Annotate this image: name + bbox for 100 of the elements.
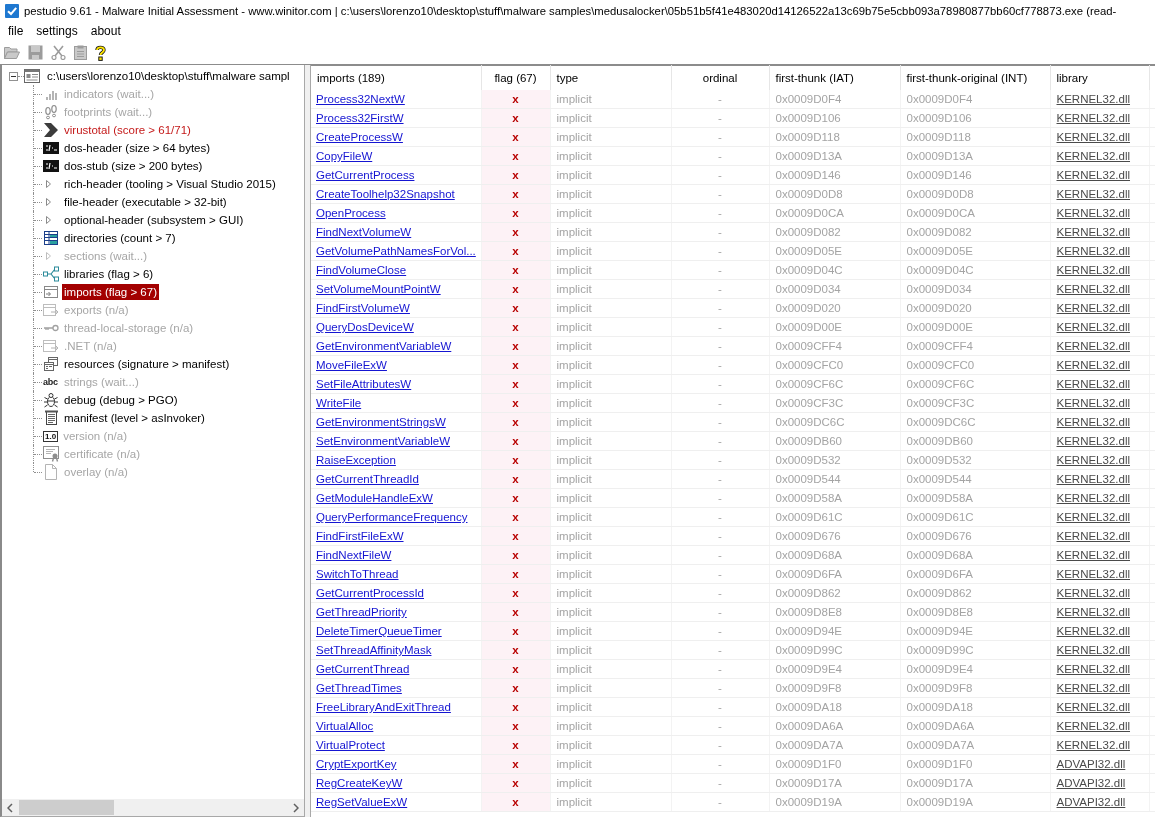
import-link[interactable]: GetEnvironmentVariableW [316, 340, 452, 352]
library-link[interactable]: KERNEL32.dll [1056, 340, 1130, 352]
tree-item[interactable]: virustotal (score > 61/71) [62, 122, 193, 138]
import-link[interactable]: Process32FirstW [316, 112, 404, 124]
import-link[interactable]: FindVolumeClose [316, 264, 407, 276]
library-link[interactable]: KERNEL32.dll [1056, 701, 1130, 713]
question-mark-icon[interactable] [95, 44, 106, 61]
library-link[interactable]: KERNEL32.dll [1056, 644, 1130, 656]
horizontal-scrollbar[interactable] [2, 799, 304, 816]
library-link[interactable]: KERNEL32.dll [1056, 720, 1130, 732]
chevron-right-icon[interactable] [293, 802, 299, 813]
library-link[interactable]: KERNEL32.dll [1056, 530, 1130, 542]
library-link[interactable]: KERNEL32.dll [1056, 511, 1130, 523]
library-link[interactable]: KERNEL32.dll [1056, 587, 1130, 599]
import-link[interactable]: CopyFileW [316, 150, 373, 162]
library-link[interactable]: KERNEL32.dll [1056, 416, 1130, 428]
library-link[interactable]: KERNEL32.dll [1056, 663, 1130, 675]
expander-icon[interactable] [9, 71, 18, 81]
library-link[interactable]: KERNEL32.dll [1056, 264, 1130, 276]
import-link[interactable]: RegSetValueExW [316, 796, 408, 808]
tree-item[interactable]: imports (flag > 67) [62, 284, 159, 300]
library-link[interactable]: KERNEL32.dll [1056, 378, 1130, 390]
scrollbar-thumb[interactable] [19, 800, 114, 815]
import-link[interactable]: GetCurrentThreadId [316, 473, 419, 485]
import-link[interactable]: CreateProcessW [316, 131, 403, 143]
library-link[interactable]: KERNEL32.dll [1056, 454, 1130, 466]
tree-item[interactable]: manifest (level > asInvoker) [62, 410, 207, 426]
tree-root-label[interactable]: c:\users\lorenzo10\desktop\stuff\malware sampl [45, 70, 292, 82]
library-link[interactable]: KERNEL32.dll [1056, 321, 1130, 333]
library-link[interactable]: KERNEL32.dll [1056, 397, 1130, 409]
import-link[interactable]: SetFileAttributesW [316, 378, 412, 390]
library-link[interactable]: KERNEL32.dll [1056, 682, 1130, 694]
library-link[interactable]: KERNEL32.dll [1056, 549, 1130, 561]
import-link[interactable]: SwitchToThread [316, 568, 399, 580]
tree-item[interactable]: file-header (executable > 32-bit) [62, 194, 229, 210]
tree-item[interactable]: directories (count > 7) [62, 230, 178, 246]
import-link[interactable]: GetModuleHandleExW [316, 492, 433, 504]
import-link[interactable]: CryptExportKey [316, 758, 397, 770]
library-link[interactable]: KERNEL32.dll [1056, 112, 1130, 124]
import-link[interactable]: FreeLibraryAndExitThread [316, 701, 451, 713]
import-link[interactable]: GetCurrentProcessId [316, 587, 424, 599]
import-link[interactable]: RegCreateKeyW [316, 777, 403, 789]
import-link[interactable]: MoveFileExW [316, 359, 387, 371]
import-link[interactable]: OpenProcess [316, 207, 386, 219]
library-link[interactable]: KERNEL32.dll [1056, 435, 1130, 447]
import-link[interactable]: FindFirstFileExW [316, 530, 404, 542]
tree-item[interactable]: libraries (flag > 6) [62, 266, 156, 282]
import-link[interactable]: FindFirstVolumeW [316, 302, 410, 314]
library-link[interactable]: KERNEL32.dll [1056, 606, 1130, 618]
import-link[interactable]: GetCurrentProcess [316, 169, 415, 181]
tree-item[interactable]: dos-stub (size > 200 bytes) [62, 158, 205, 174]
import-link[interactable]: GetThreadPriority [316, 606, 407, 618]
library-link[interactable]: KERNEL32.dll [1056, 492, 1130, 504]
tree-item[interactable]: resources (signature > manifest) [62, 356, 232, 372]
tree-item[interactable]: debug (debug > PGO) [62, 392, 180, 408]
import-link[interactable]: GetCurrentThread [316, 663, 410, 675]
import-link[interactable]: VirtualProtect [316, 739, 385, 751]
column-header[interactable]: type [550, 65, 671, 90]
menu-item[interactable]: file [2, 22, 31, 40]
library-link[interactable]: KERNEL32.dll [1056, 169, 1130, 181]
tree-item[interactable]: dos-header (size > 64 bytes) [62, 140, 213, 156]
library-link[interactable]: ADVAPI32.dll [1056, 758, 1126, 770]
import-link[interactable]: QueryPerformanceFrequency [316, 511, 468, 523]
library-link[interactable]: KERNEL32.dll [1056, 131, 1130, 143]
import-link[interactable]: GetThreadTimes [316, 682, 402, 694]
import-link[interactable]: GetEnvironmentStringsW [316, 416, 446, 428]
import-link[interactable]: QueryDosDeviceW [316, 321, 414, 333]
column-header[interactable]: library [1050, 65, 1149, 90]
library-link[interactable]: KERNEL32.dll [1056, 302, 1130, 314]
column-header[interactable]: ordinal [671, 65, 769, 90]
library-link[interactable]: KERNEL32.dll [1056, 93, 1130, 105]
import-link[interactable]: GetVolumePathNamesForVol... [316, 245, 476, 257]
import-link[interactable]: FindNextFileW [316, 549, 392, 561]
import-link[interactable]: DeleteTimerQueueTimer [316, 625, 442, 637]
library-link[interactable]: ADVAPI32.dll [1056, 777, 1126, 789]
chevron-left-icon[interactable] [7, 802, 13, 813]
import-link[interactable]: SetVolumeMountPointW [316, 283, 441, 295]
column-header[interactable]: first-thunk (IAT) [769, 65, 900, 90]
library-link[interactable]: KERNEL32.dll [1056, 568, 1130, 580]
library-link[interactable]: KERNEL32.dll [1056, 473, 1130, 485]
menu-item[interactable]: about [84, 22, 128, 40]
library-link[interactable]: KERNEL32.dll [1056, 188, 1130, 200]
menu-item[interactable]: settings [30, 22, 85, 40]
library-link[interactable]: KERNEL32.dll [1056, 226, 1130, 238]
import-link[interactable]: SetThreadAffinityMask [316, 644, 432, 656]
library-link[interactable]: ADVAPI32.dll [1056, 796, 1126, 808]
library-link[interactable]: KERNEL32.dll [1056, 207, 1130, 219]
import-link[interactable]: VirtualAlloc [316, 720, 374, 732]
library-link[interactable]: KERNEL32.dll [1056, 359, 1130, 371]
import-link[interactable]: CreateToolhelp32Snapshot [316, 188, 455, 200]
column-header[interactable]: imports (189) [311, 65, 481, 90]
library-link[interactable]: KERNEL32.dll [1056, 739, 1130, 751]
import-link[interactable]: Process32NextW [316, 93, 405, 105]
library-link[interactable]: KERNEL32.dll [1056, 245, 1130, 257]
column-header[interactable]: first-thunk-original (INT) [900, 65, 1050, 90]
library-link[interactable]: KERNEL32.dll [1056, 625, 1130, 637]
import-link[interactable]: WriteFile [316, 397, 362, 409]
library-link[interactable]: KERNEL32.dll [1056, 150, 1130, 162]
import-link[interactable]: RaiseException [316, 454, 396, 466]
tree-item[interactable]: rich-header (tooling > Visual Studio 2015) [62, 176, 278, 192]
